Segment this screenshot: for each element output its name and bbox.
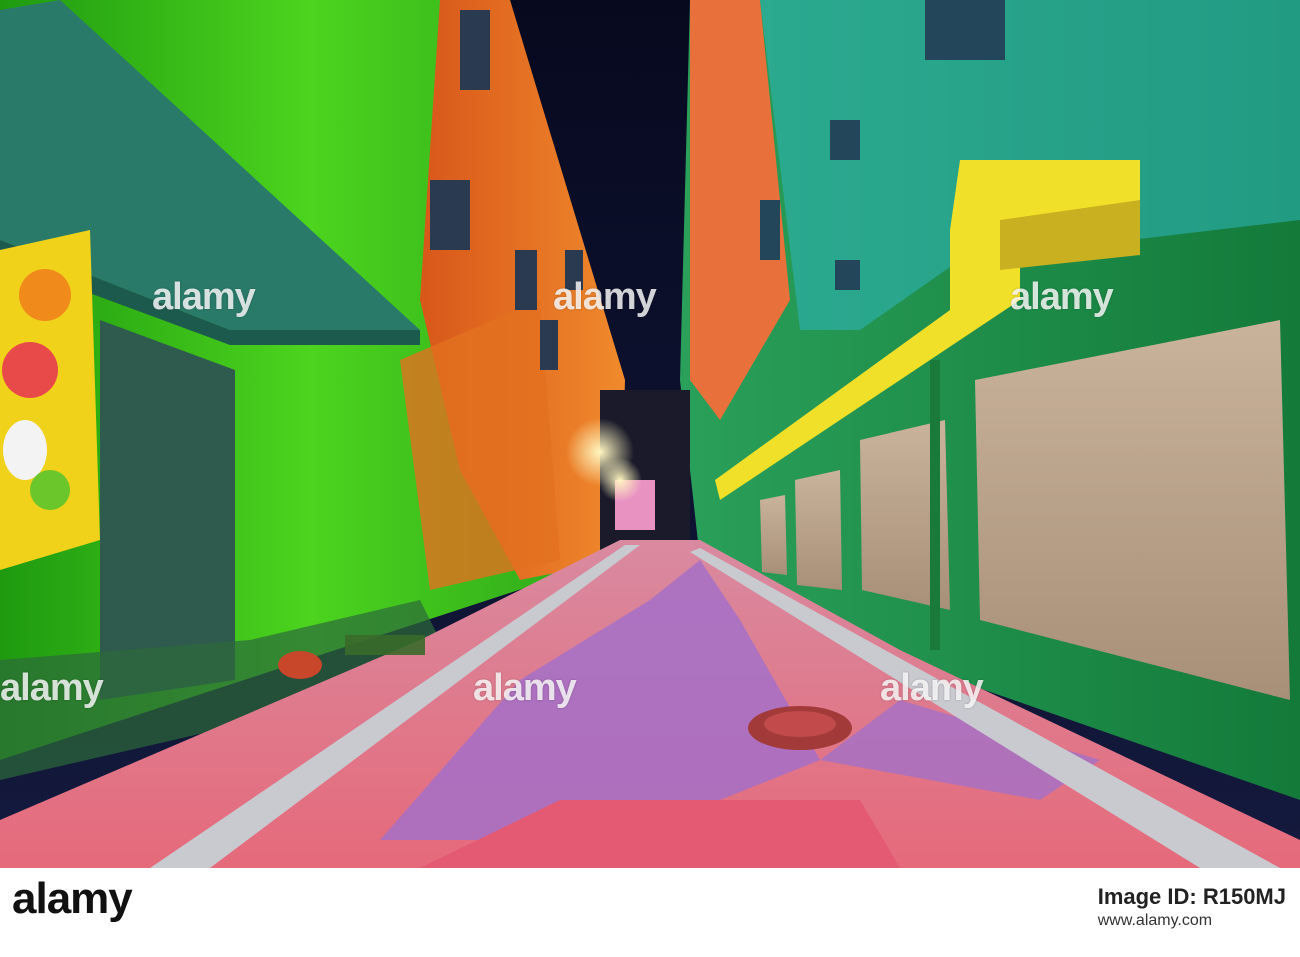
orange-slice-mural bbox=[19, 269, 71, 321]
watermark-text: alamy bbox=[473, 667, 577, 709]
street-lamp-glow-2 bbox=[598, 458, 642, 502]
brand-wordmark: alamy bbox=[12, 874, 133, 923]
watermark-text: alamy bbox=[152, 276, 256, 318]
stock-footer: alamy Image ID: R150MJ www.alamy.com bbox=[0, 868, 1300, 957]
image-meta: Image ID: R150MJ www.alamy.com bbox=[1098, 880, 1286, 930]
rolling-shutter-far bbox=[760, 495, 787, 575]
watermark-text: alamy bbox=[880, 667, 984, 709]
dragonfruit-mural bbox=[3, 420, 47, 480]
lime-mural bbox=[30, 470, 70, 510]
alley-photo: alamy alamy alamy alamy alamy alamy bbox=[0, 0, 1300, 868]
fallen-pot bbox=[278, 651, 322, 679]
image-id: Image ID: R150MJ bbox=[1097, 884, 1286, 909]
watermark-text: alamy bbox=[553, 276, 657, 318]
drain-pipe bbox=[930, 360, 940, 650]
alley-scene bbox=[0, 0, 1300, 868]
watermark-text: alamy bbox=[0, 667, 104, 709]
rolling-shutter-small bbox=[795, 470, 842, 590]
manhole-inner bbox=[764, 711, 836, 737]
grapefruit-mural bbox=[2, 342, 58, 398]
watermark-text: alamy bbox=[1010, 276, 1114, 318]
plant-debris bbox=[345, 635, 425, 655]
site-url[interactable]: www.alamy.com bbox=[1098, 912, 1286, 930]
brand-logo[interactable]: alamy bbox=[12, 874, 133, 924]
